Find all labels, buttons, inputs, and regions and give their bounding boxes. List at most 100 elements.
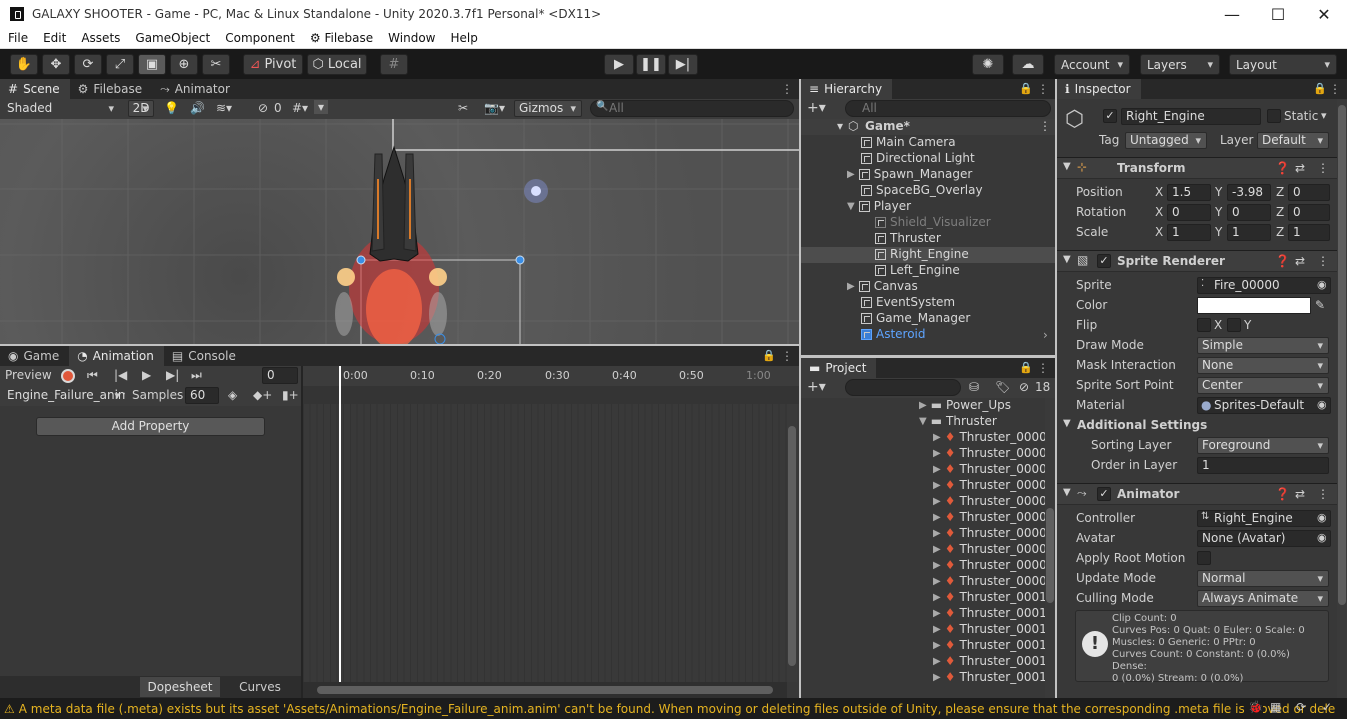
playhead[interactable] (339, 366, 341, 682)
prefab-open-arrow-icon[interactable]: › (1043, 328, 1048, 342)
tab-animator[interactable]: ⤳ Animator (152, 79, 240, 99)
component-menu-icon[interactable]: ⋮ (1317, 487, 1329, 501)
dopesheet-area[interactable] (303, 404, 787, 682)
animation-menu-icon[interactable]: ⋮ (781, 349, 793, 363)
next-keyframe-icon[interactable]: ▶| (166, 368, 179, 382)
timeline-hscroll[interactable] (303, 682, 787, 698)
tab-project[interactable]: ▬ Project (801, 358, 877, 378)
expand-arrow-icon[interactable]: ▶ (933, 448, 941, 459)
static-checkbox[interactable] (1267, 109, 1281, 123)
status-bar[interactable]: ⚠ A meta data file (.meta) exists but it… (0, 698, 1347, 719)
order-in-layer-input[interactable]: 1 (1197, 457, 1329, 474)
component-menu-icon[interactable]: ⋮ (1317, 161, 1329, 175)
scene-viewport[interactable] (0, 119, 799, 344)
layout-dropdown[interactable]: Layout (1229, 54, 1337, 75)
position-z-input[interactable]: 0 (1288, 184, 1330, 201)
collapse-arrow-icon[interactable]: ▼ (1063, 161, 1071, 172)
mask-interaction-dropdown[interactable]: None (1197, 357, 1329, 374)
lighting-icon[interactable]: 💡 (164, 101, 179, 115)
position-x-input[interactable]: 1.5 (1167, 184, 1211, 201)
menu-file[interactable]: File (0, 31, 35, 45)
diamond-key-icon[interactable]: ◈ (228, 388, 237, 402)
inspector-vscroll-thumb[interactable] (1338, 105, 1346, 605)
eyedropper-icon[interactable]: ✎ (1315, 298, 1325, 312)
hierarchy-item[interactable]: ▶ Canvas (847, 279, 918, 293)
component-menu-icon[interactable]: ⋮ (1317, 254, 1329, 268)
expand-arrow-icon[interactable]: ▶ (933, 560, 941, 571)
anim-play-icon[interactable]: ▶ (142, 368, 151, 382)
expand-arrow-icon[interactable]: ▶ (933, 624, 941, 635)
expand-arrow-icon[interactable]: ▶ (933, 608, 941, 619)
hierarchy-item[interactable]: ▼ Player (847, 199, 911, 213)
timeline-vscroll[interactable] (787, 404, 797, 682)
2d-toggle[interactable]: 2D (128, 100, 154, 117)
project-file-item[interactable]: ▶ ♦ Thruster_0001 (933, 606, 1045, 620)
expand-arrow-icon[interactable]: ▶ (933, 672, 941, 683)
rect-handle-tr[interactable] (515, 255, 525, 265)
tab-game[interactable]: ◉ Game (0, 346, 69, 366)
inspector-menu-icon[interactable]: ⋮ (1329, 82, 1341, 96)
expand-arrow-icon[interactable]: ▶ (933, 464, 941, 475)
scene-grid-dropdown-icon[interactable]: ▾ (314, 100, 329, 114)
project-file-item[interactable]: ▶ ♦ Thruster_0000 (933, 494, 1045, 508)
expand-arrow-icon[interactable]: ▶ (919, 400, 927, 411)
expand-arrow-icon[interactable]: ▶ (933, 480, 941, 491)
tab-animation[interactable]: ◔ Animation (69, 346, 164, 366)
preset-icon[interactable]: ⇄ (1295, 161, 1305, 175)
preset-icon[interactable]: ⇄ (1295, 254, 1305, 268)
project-file-item[interactable]: ▶ ♦ Thruster_0001 (933, 670, 1045, 684)
minimize-button[interactable]: — (1209, 0, 1255, 28)
project-file-item[interactable]: ▶ ♦ Thruster_0000 (933, 510, 1045, 524)
project-menu-icon[interactable]: ⋮ (1037, 361, 1049, 375)
menu-assets[interactable]: Assets (73, 31, 127, 45)
maximize-button[interactable]: ☐ (1255, 0, 1301, 28)
collab-button[interactable]: ✺ (972, 54, 1004, 75)
menu-component[interactable]: Component (217, 31, 302, 45)
project-folder[interactable]: ▶ ▬ Power_Ups (919, 398, 1011, 412)
transform-header[interactable]: ▼ ⊹ Transform ❓ ⇄ ⋮ (1057, 157, 1347, 179)
effects-icon[interactable]: ≋▾ (216, 101, 232, 115)
rotation-y-input[interactable]: 0 (1227, 204, 1271, 221)
project-search-input[interactable] (845, 379, 961, 396)
transform-tool-button[interactable]: ⊕ (170, 54, 198, 75)
local-toggle[interactable]: ⬡ Local (307, 54, 367, 75)
expand-arrow-icon[interactable]: ▶ (933, 656, 941, 667)
help-icon[interactable]: ❓ (1275, 487, 1290, 501)
sprite-field[interactable]: Fire_00000 (1197, 277, 1331, 294)
event-row[interactable] (303, 386, 799, 404)
menu-help[interactable]: Help (442, 31, 484, 45)
project-file-item[interactable]: ▶ ♦ Thruster_0000 (933, 478, 1045, 492)
project-file-item[interactable]: ▶ ♦ Thruster_0000 (933, 558, 1045, 572)
last-keyframe-icon[interactable]: ⏭ (191, 368, 202, 383)
hierarchy-menu-icon[interactable]: ⋮ (1037, 82, 1049, 96)
network-icon[interactable]: ⟳ (1296, 700, 1306, 714)
add-property-button[interactable]: Add Property (36, 417, 265, 436)
inspector-vscroll[interactable] (1337, 99, 1347, 698)
hierarchy-item[interactable]: Main Camera (861, 135, 956, 149)
scene-root-menu-icon[interactable]: ⋮ (1039, 119, 1051, 133)
hierarchy-item[interactable]: Asteroid (861, 327, 926, 341)
object-picker-icon[interactable]: ◉ (1317, 278, 1327, 291)
active-checkbox[interactable]: ✓ (1103, 109, 1117, 123)
layer-dropdown[interactable]: Default (1257, 132, 1329, 149)
scene-expand-icon[interactable]: ▾ (837, 119, 843, 133)
progress-icon[interactable]: ▦ (1270, 700, 1281, 714)
pivot-handle[interactable] (434, 333, 446, 344)
expand-arrow-icon[interactable]: ▶ (933, 640, 941, 651)
project-file-item[interactable]: ▶ ♦ Thruster_0000 (933, 430, 1045, 444)
play-button[interactable]: ▶ (604, 54, 634, 75)
menu-filebase[interactable]: ⚙ Filebase (302, 31, 380, 45)
menu-gameobject[interactable]: GameObject (127, 31, 217, 45)
expand-arrow-icon[interactable]: ▶ (933, 432, 941, 443)
collapse-arrow-icon[interactable]: ▼ (1063, 254, 1071, 265)
scale-x-input[interactable]: 1 (1167, 224, 1211, 241)
project-create-icon[interactable]: +▾ (807, 379, 826, 395)
scene-search-input[interactable]: All (590, 100, 794, 117)
scene-tools-icon[interactable]: ✂ (458, 101, 468, 115)
apply-root-motion-checkbox[interactable] (1197, 551, 1211, 565)
project-vscroll-thumb[interactable] (1046, 508, 1054, 603)
hierarchy-item[interactable]: Game_Manager (861, 311, 970, 325)
update-mode-dropdown[interactable]: Normal (1197, 570, 1329, 587)
frame-input[interactable]: 0 (262, 367, 298, 384)
project-file-item[interactable]: ▶ ♦ Thruster_0000 (933, 446, 1045, 460)
